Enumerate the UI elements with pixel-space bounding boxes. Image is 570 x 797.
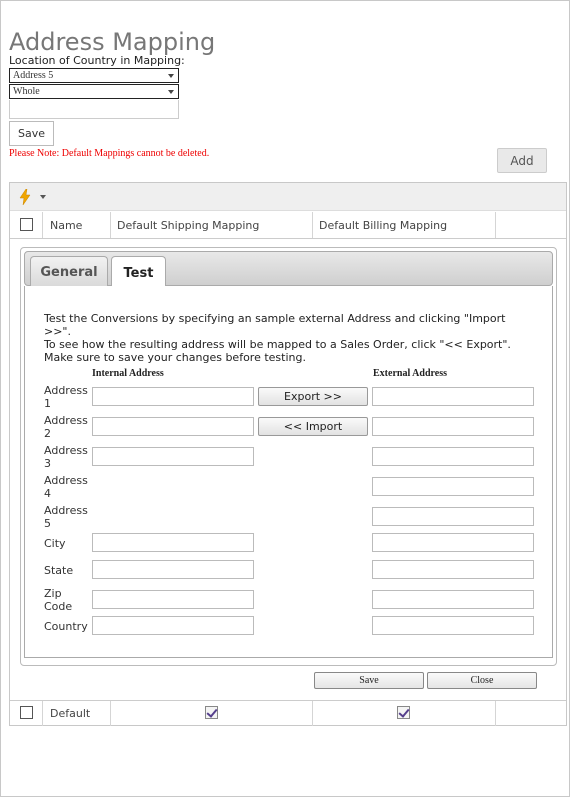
row-select-checkbox[interactable] — [20, 706, 33, 719]
chevron-down-icon — [168, 74, 174, 78]
detail-close-button[interactable]: Close — [427, 672, 537, 689]
internal-country-input[interactable] — [92, 616, 254, 635]
location-select-part[interactable]: Whole — [9, 84, 179, 99]
add-button[interactable]: Add — [497, 148, 547, 173]
location-select-address-value: Address 5 — [13, 70, 54, 81]
external-address-1-input[interactable] — [372, 387, 534, 406]
test-instructions: Test the Conversions by specifying an sa… — [44, 312, 514, 364]
field-label-zip-code: Zip Code — [44, 587, 73, 613]
detail-editor: General Test Test the Conversions by spe… — [20, 247, 557, 666]
column-divider — [42, 212, 43, 238]
internal-address-2-input[interactable] — [92, 417, 254, 436]
row-name: Default — [50, 707, 91, 720]
external-zip-input[interactable] — [372, 590, 534, 609]
location-select-part-value: Whole — [13, 86, 40, 97]
field-label-state: State — [44, 564, 74, 577]
field-label-address-3: Address 3 — [44, 444, 88, 470]
internal-city-input[interactable] — [92, 533, 254, 552]
chevron-down-icon[interactable] — [40, 195, 46, 199]
tab-test[interactable]: Test — [111, 256, 166, 289]
internal-zip-input[interactable] — [92, 590, 254, 609]
grid-header-row: Name Default Shipping Mapping Default Bi… — [10, 212, 566, 239]
page-title: Address Mapping — [9, 28, 216, 57]
column-header-default-shipping[interactable]: Default Shipping Mapping — [117, 219, 259, 232]
grid-toolbar — [10, 183, 566, 211]
detail-save-button[interactable]: Save — [314, 672, 424, 689]
internal-address-header: Internal Address — [92, 368, 164, 379]
default-shipping-checkbox[interactable] — [205, 706, 218, 719]
location-select-address[interactable]: Address 5 — [9, 68, 179, 83]
column-divider — [312, 212, 313, 238]
column-header-name[interactable]: Name — [50, 219, 82, 232]
lightning-icon[interactable] — [19, 189, 31, 205]
field-label-address-1: Address 1 — [44, 384, 88, 410]
external-city-input[interactable] — [372, 533, 534, 552]
external-address-header: External Address — [373, 368, 447, 379]
export-button[interactable]: Export >> — [258, 387, 368, 406]
tab-strip: General Test — [24, 251, 553, 289]
delete-note: Please Note: Default Mappings cannot be … — [9, 148, 210, 159]
column-header-default-billing[interactable]: Default Billing Mapping — [319, 219, 447, 232]
instructions-text: Test the Conversions by specifying an sa… — [44, 312, 511, 364]
column-divider — [110, 212, 111, 238]
import-button[interactable]: << Import — [258, 417, 368, 436]
field-label-address-2: Address 2 — [44, 414, 88, 440]
internal-address-1-input[interactable] — [92, 387, 254, 406]
tab-general[interactable]: General — [30, 256, 108, 288]
field-label-country: Country — [44, 620, 88, 633]
field-label-address-4: Address 4 — [44, 474, 88, 500]
field-label-address-5: Address 5 — [44, 504, 88, 530]
internal-state-input[interactable] — [92, 560, 254, 579]
external-address-3-input[interactable] — [372, 447, 534, 466]
location-extra-field[interactable] — [9, 100, 179, 119]
location-label: Location of Country in Mapping: — [9, 54, 185, 67]
external-address-4-input[interactable] — [372, 477, 534, 496]
select-all-checkbox[interactable] — [20, 218, 33, 231]
column-divider — [110, 701, 111, 726]
column-divider — [495, 212, 496, 238]
external-state-input[interactable] — [372, 560, 534, 579]
test-tab-panel: Test the Conversions by specifying an sa… — [24, 286, 553, 658]
chevron-down-icon — [168, 90, 174, 94]
column-divider — [495, 701, 496, 726]
external-address-2-input[interactable] — [372, 417, 534, 436]
external-address-5-input[interactable] — [372, 507, 534, 526]
column-divider — [312, 701, 313, 726]
save-button[interactable]: Save — [9, 121, 54, 146]
mapping-grid: Name Default Shipping Mapping Default Bi… — [9, 182, 567, 726]
table-row[interactable]: Default — [10, 700, 566, 726]
default-billing-checkbox[interactable] — [397, 706, 410, 719]
column-divider — [42, 701, 43, 726]
field-label-city: City — [44, 537, 66, 550]
internal-address-3-input[interactable] — [92, 447, 254, 466]
external-country-input[interactable] — [372, 616, 534, 635]
